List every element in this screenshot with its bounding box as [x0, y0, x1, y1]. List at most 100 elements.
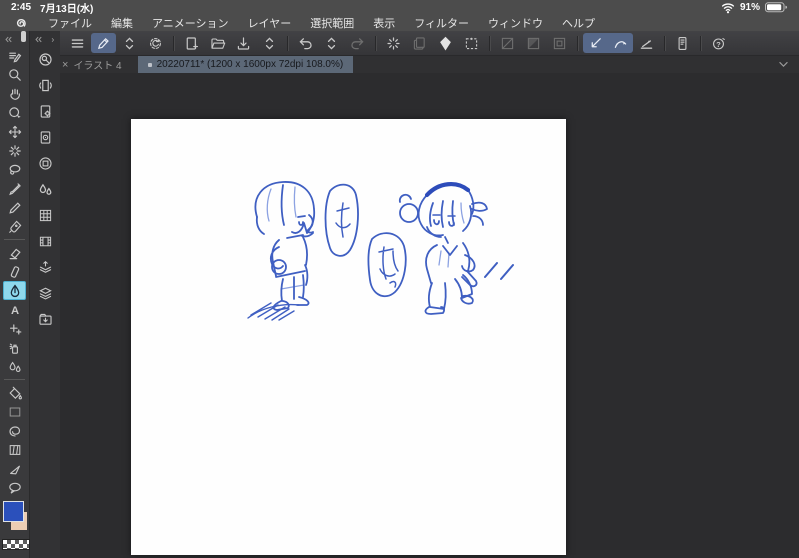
tool-frame-border[interactable] [2, 440, 27, 459]
tool-object[interactable] [2, 141, 27, 160]
tool-figure[interactable] [2, 319, 27, 338]
save-button[interactable] [231, 33, 256, 53]
pen-nib-icon [8, 220, 21, 233]
stylus-expand-button[interactable] [117, 33, 142, 53]
undo-button[interactable] [293, 33, 318, 53]
new-canvas-button[interactable] [179, 33, 204, 53]
active-tab-label: 20220711* (1200 x 1600px 72dpi 108.0%) [156, 59, 344, 70]
stylus-mode-button[interactable] [91, 33, 116, 53]
magnifier-icon [8, 68, 21, 81]
palette-sub-tool[interactable] [32, 72, 58, 98]
clip-studio-paint-logo[interactable] [13, 15, 31, 32]
toolbar-separator [375, 35, 376, 51]
toolbar-separator [664, 35, 665, 51]
tool-lasso[interactable] [2, 160, 27, 179]
tool-decoration[interactable] [2, 421, 27, 440]
tool-property-icon [40, 104, 50, 118]
tool-eraser[interactable] [2, 243, 27, 262]
collapse-left-icon[interactable] [3, 34, 14, 45]
snap-to-special-ruler-button[interactable] [634, 33, 659, 53]
tool-blend-selected[interactable] [3, 281, 26, 300]
help-icon [713, 37, 725, 49]
palette-material[interactable] [32, 228, 58, 254]
menu-item-edit[interactable]: 編集 [111, 15, 133, 31]
import-folder-icon [38, 313, 52, 325]
tool-palette-menu-button[interactable] [2, 46, 27, 65]
palette-color-set[interactable] [32, 202, 58, 228]
hand-icon [9, 88, 20, 100]
deselect-button[interactable] [495, 33, 520, 53]
transparent-color-swatch[interactable] [1, 539, 30, 550]
filter-burst-button[interactable] [381, 33, 406, 53]
eraser-fill-button[interactable] [433, 33, 458, 53]
collapse-left-icon[interactable] [33, 34, 44, 45]
palette-tool-property[interactable] [32, 98, 58, 124]
expand-right-icon[interactable] [49, 35, 57, 45]
help-button[interactable] [706, 33, 731, 53]
swirl-icon [8, 425, 20, 437]
snap-curve-icon [614, 40, 627, 48]
tool-watercolor[interactable] [2, 357, 27, 376]
menu-item-animation[interactable]: アニメーション [152, 15, 229, 31]
companion-device-button[interactable] [670, 33, 695, 53]
tool-polyline[interactable] [2, 459, 27, 478]
tool-airbrush[interactable] [2, 338, 27, 357]
snap-special-ruler-icon [640, 39, 653, 49]
brush-size-icon [40, 130, 50, 144]
open-file-button[interactable] [205, 33, 230, 53]
airbrush-icon [8, 343, 18, 354]
toolbar-menu-button[interactable] [65, 33, 90, 53]
canvas-workspace[interactable] [60, 73, 799, 558]
menu-item-layer[interactable]: レイヤー [248, 15, 292, 31]
palette-quick-zoom[interactable] [32, 46, 58, 72]
tool-balloon[interactable] [2, 478, 27, 497]
selection-area-button[interactable] [547, 33, 572, 53]
foreground-color-swatch[interactable] [2, 501, 24, 522]
tool-pen[interactable] [2, 217, 27, 236]
tool-move[interactable] [2, 122, 27, 141]
menu-item-view[interactable]: 表示 [373, 15, 395, 31]
battery-percent: 91% [739, 2, 760, 13]
tool-pan[interactable] [2, 84, 27, 103]
palette-layer-property[interactable] [32, 254, 58, 280]
tool-fill[interactable] [2, 383, 27, 402]
close-tab-button[interactable]: × [60, 59, 73, 71]
palette-brush-size[interactable] [32, 124, 58, 150]
tool-eraser-soft[interactable] [2, 262, 27, 281]
palette-color-circle[interactable] [32, 150, 58, 176]
save-expand-button[interactable] [257, 33, 282, 53]
dock-scrollbar[interactable] [21, 31, 26, 42]
paint-bucket-icon [9, 386, 22, 399]
transform-button[interactable] [459, 33, 484, 53]
document-canvas[interactable] [131, 119, 566, 555]
wifi-icon [721, 2, 735, 14]
tab-active-document[interactable]: 20220711* (1200 x 1600px 72dpi 108.0%) [137, 56, 354, 73]
sub-tool-icon [38, 79, 52, 91]
menu-item-help[interactable]: ヘルプ [562, 15, 595, 31]
tool-rotate-canvas[interactable] [2, 103, 27, 122]
menu-item-filter[interactable]: フィルター [414, 15, 469, 31]
palette-color-mixing[interactable] [32, 176, 58, 202]
tool-eyedropper[interactable] [2, 179, 27, 198]
redo-button[interactable] [345, 33, 370, 53]
tab-illustration-4[interactable]: イラスト 4 [73, 57, 137, 72]
palette-layer[interactable] [32, 280, 58, 306]
menu-item-window[interactable]: ウィンドウ [488, 15, 543, 31]
snap-to-curve-button[interactable] [608, 33, 633, 53]
tab-overflow-button[interactable] [777, 58, 790, 71]
tool-zoom[interactable] [2, 65, 27, 84]
tool-pencil[interactable] [2, 198, 27, 217]
menu-item-file[interactable]: ファイル [48, 15, 92, 31]
gesture-settings-button[interactable] [143, 33, 168, 53]
palette-import[interactable] [32, 306, 58, 332]
undo-expand-button[interactable] [319, 33, 344, 53]
tool-gradient[interactable] [2, 402, 27, 421]
speech-balloon-icon [8, 482, 21, 494]
menu-item-selection[interactable]: 選択範囲 [310, 15, 354, 31]
tool-text[interactable] [2, 300, 27, 319]
snap-to-ruler-button[interactable] [583, 33, 608, 53]
invert-selection-button[interactable] [521, 33, 546, 53]
copy-button[interactable] [407, 33, 432, 53]
menu-bar: ファイル 編集 アニメーション レイヤー 選択範囲 表示 フィルター ウィンドウ… [0, 15, 799, 31]
lasso-icon [9, 164, 20, 175]
